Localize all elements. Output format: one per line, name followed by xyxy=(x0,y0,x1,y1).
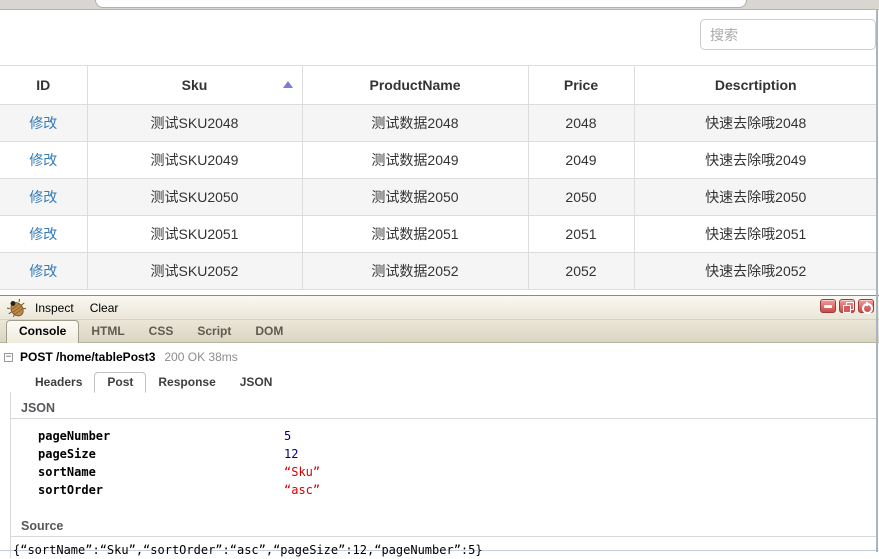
json-key: pageSize xyxy=(38,447,96,461)
page: ID Sku ProductName Price Descrtiption 修改… xyxy=(0,0,879,559)
console-panel: − POST /home/tablePost3 200 OK 38ms Head… xyxy=(0,343,879,558)
firebug-toolbar: Inspect Clear xyxy=(0,296,879,320)
tab-console[interactable]: Console xyxy=(6,320,80,343)
request-subtabs: Headers Post Response JSON xyxy=(23,372,879,393)
tab-dom[interactable]: DOM xyxy=(243,321,295,342)
subtab-post[interactable]: Post xyxy=(94,372,147,393)
window-right-border xyxy=(876,10,878,552)
cell-price: 2050 xyxy=(528,178,635,216)
search-input[interactable] xyxy=(700,19,876,50)
clear-button[interactable]: Clear xyxy=(90,301,119,315)
cell-price: 2051 xyxy=(528,215,635,253)
network-request-row: − POST /home/tablePost3 200 OK 38ms xyxy=(0,348,879,368)
json-value: “Sku” xyxy=(284,465,321,479)
product-table: ID Sku ProductName Price Descrtiption 修改… xyxy=(0,65,877,290)
table-row: 修改 测试SKU2049 测试数据2049 2049 快速去除哦2049 xyxy=(0,141,877,179)
table-row: 修改 测试SKU2051 测试数据2051 2051 快速去除哦2051 xyxy=(0,215,877,253)
table-row: 修改 测试SKU2052 测试数据2052 2052 快速去除哦2052 xyxy=(0,252,877,290)
source-json-text: {“sortName”:“Sku”,“sortOrder”:“asc”,“pag… xyxy=(13,543,483,557)
subtab-json[interactable]: JSON xyxy=(228,373,285,392)
tab-css[interactable]: CSS xyxy=(137,321,186,342)
cell-sku: 测试SKU2051 xyxy=(87,215,303,253)
subtab-response[interactable]: Response xyxy=(146,373,227,392)
cell-sku: 测试SKU2049 xyxy=(87,141,303,179)
cell-sku: 测试SKU2050 xyxy=(87,178,303,216)
cell-action: 修改 xyxy=(0,141,88,179)
cell-sku: 测试SKU2048 xyxy=(87,104,303,142)
json-entry: pageSize 12 xyxy=(38,445,879,463)
inspect-button[interactable]: Inspect xyxy=(35,301,74,315)
cell-price: 2052 xyxy=(528,252,635,290)
sort-asc-icon xyxy=(282,81,293,88)
json-section-title: JSON xyxy=(11,398,876,419)
firebug-tab-bar: Console HTML CSS Script DOM xyxy=(0,320,879,343)
request-detail-body: JSON pageNumber 5 pageSize 12 sortName “… xyxy=(10,392,879,558)
cell-description: 快速去除哦2052 xyxy=(634,252,877,290)
edit-link[interactable]: 修改 xyxy=(29,115,57,131)
request-title[interactable]: POST /home/tablePost3 xyxy=(20,350,155,364)
edit-link[interactable]: 修改 xyxy=(29,152,57,168)
col-header-id[interactable]: ID xyxy=(0,65,88,105)
cell-action: 修改 xyxy=(0,215,88,253)
json-entry: pageNumber 5 xyxy=(38,427,879,445)
address-bar-fragment[interactable] xyxy=(95,0,747,8)
cell-productname: 测试数据2052 xyxy=(302,252,529,290)
cell-price: 2048 xyxy=(528,104,635,142)
json-value: 12 xyxy=(284,447,299,461)
table-row: 修改 测试SKU2050 测试数据2050 2050 快速去除哦2050 xyxy=(0,178,877,216)
source-section-title: Source xyxy=(11,516,876,537)
json-key: sortOrder xyxy=(38,483,104,497)
col-header-sku[interactable]: Sku xyxy=(87,65,303,105)
firebug-panel: Inspect Clear Console HTML CSS Script DO… xyxy=(0,295,879,558)
firebug-bug-icon[interactable] xyxy=(7,298,26,317)
col-header-productname[interactable]: ProductName xyxy=(302,65,529,105)
json-entry: sortName “Sku” xyxy=(38,463,879,481)
edit-link[interactable]: 修改 xyxy=(29,226,57,242)
cell-action: 修改 xyxy=(0,178,88,216)
table-row: 修改 测试SKU2048 测试数据2048 2048 快速去除哦2048 xyxy=(0,104,877,142)
tab-html[interactable]: HTML xyxy=(79,321,136,342)
detach-window-button[interactable] xyxy=(839,299,855,313)
json-key: sortName xyxy=(38,465,96,479)
source-section: Source {“sortName”:“Sku”,“sortOrder”:“as… xyxy=(11,516,879,557)
cell-action: 修改 xyxy=(0,104,88,142)
tab-script[interactable]: Script xyxy=(185,321,243,342)
cell-description: 快速去除哦2048 xyxy=(634,104,877,142)
json-entry: sortOrder “asc” xyxy=(38,481,879,499)
request-status: 200 OK 38ms xyxy=(164,350,238,364)
cell-action: 修改 xyxy=(0,252,88,290)
table-header-row: ID Sku ProductName Price Descrtiption xyxy=(0,65,877,105)
json-value: “asc” xyxy=(284,483,321,497)
cell-sku: 测试SKU2052 xyxy=(87,252,303,290)
edit-link[interactable]: 修改 xyxy=(29,189,57,205)
firebug-window-buttons xyxy=(820,299,874,314)
edit-link[interactable]: 修改 xyxy=(29,263,57,279)
cell-productname: 测试数据2048 xyxy=(302,104,529,142)
col-header-description[interactable]: Descrtiption xyxy=(634,65,877,105)
cell-productname: 测试数据2050 xyxy=(302,178,529,216)
cell-productname: 测试数据2051 xyxy=(302,215,529,253)
col-header-sku-label: Sku xyxy=(181,77,208,93)
cell-description: 快速去除哦2051 xyxy=(634,215,877,253)
json-value: 5 xyxy=(284,429,292,443)
collapse-icon[interactable]: − xyxy=(4,352,13,362)
cell-productname: 测试数据2049 xyxy=(302,141,529,179)
json-kv-table: pageNumber 5 pageSize 12 sortName “Sku” … xyxy=(38,427,879,499)
cell-price: 2049 xyxy=(528,141,635,179)
col-header-price[interactable]: Price xyxy=(528,65,635,105)
subtab-headers[interactable]: Headers xyxy=(23,373,94,392)
json-key: pageNumber xyxy=(38,429,111,443)
minimize-button[interactable] xyxy=(820,299,836,313)
cell-description: 快速去除哦2050 xyxy=(634,178,877,216)
cell-description: 快速去除哦2049 xyxy=(634,141,877,179)
close-button[interactable] xyxy=(858,299,874,314)
browser-chrome-strip xyxy=(0,0,879,10)
